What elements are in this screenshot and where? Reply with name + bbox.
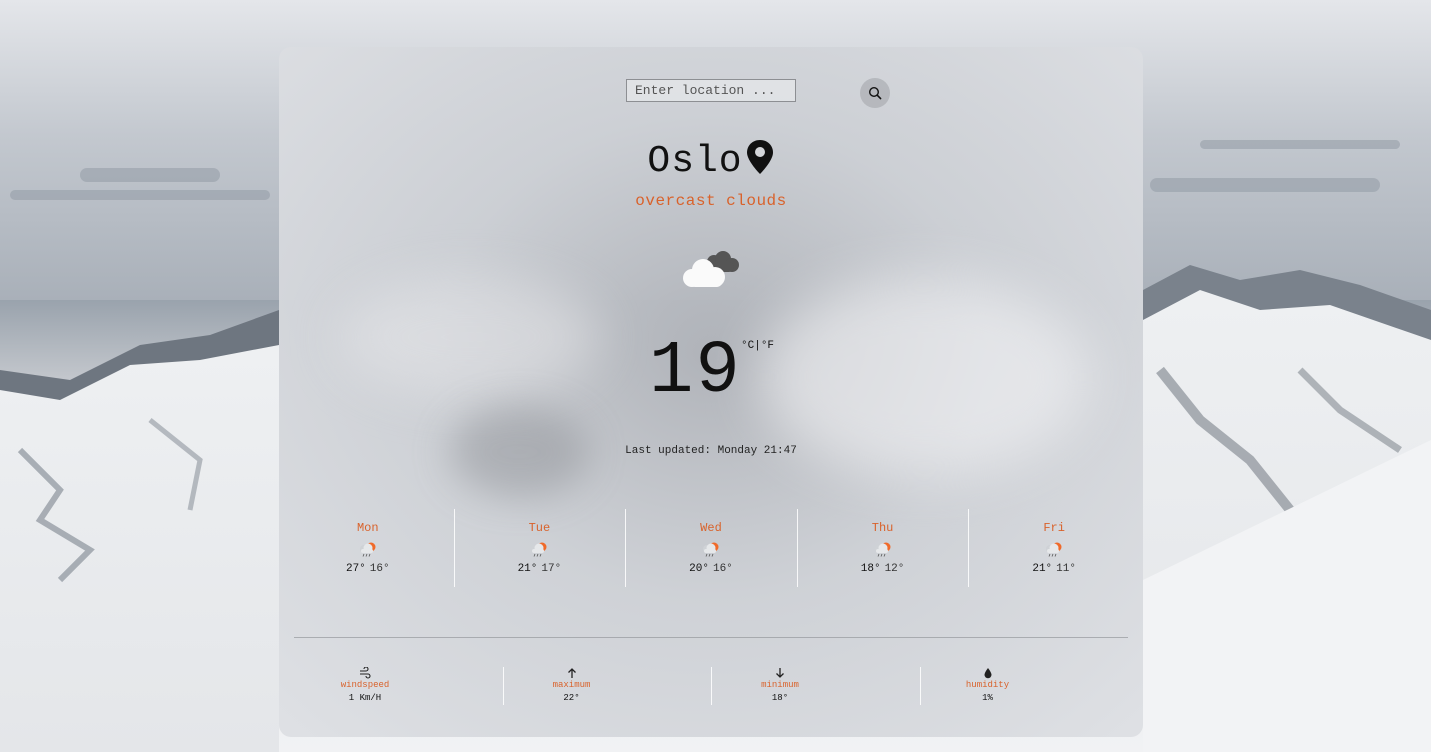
stat-value: 1 Km/H — [348, 693, 382, 703]
stat-humidity: humidity 1% — [919, 667, 1129, 705]
fahrenheit-toggle[interactable]: °F — [761, 340, 774, 352]
city-name: Oslo — [647, 140, 743, 183]
forecast-day-name: Wed — [700, 521, 722, 535]
stat-windspeed: windspeed 1 Km/H — [294, 667, 503, 705]
forecast-temps: 21° 11° — [968, 563, 1140, 575]
droplet-icon — [984, 668, 991, 679]
cloud-sun-rain-icon — [531, 542, 547, 557]
cloud-sun-rain-icon — [702, 542, 719, 557]
map-pin-icon — [746, 140, 773, 174]
stat-value: 1% — [982, 693, 993, 703]
stat-label: maximum — [552, 680, 591, 690]
weather-description: overcast clouds — [635, 192, 787, 210]
stat-value: 22° — [563, 693, 580, 703]
cloud-sun-rain-icon — [359, 542, 376, 557]
weather-card: Oslo overcast clouds 19 °C|°F Last updat… — [279, 47, 1143, 737]
stat-label: humidity — [965, 680, 1010, 690]
forecast-day: Thu 18° 12° — [796, 509, 969, 587]
forecast-low: 17° — [541, 563, 562, 575]
forecast-low: 12° — [884, 563, 905, 575]
forecast-day-name: Mon — [356, 521, 379, 535]
cloud-sun-rain-icon — [1046, 542, 1062, 557]
forecast-temps: 21° 17° — [454, 563, 626, 575]
search-input[interactable] — [626, 79, 796, 102]
overcast-clouds-icon — [683, 251, 739, 287]
search-icon — [868, 86, 882, 100]
stat-minimum: minimum 18° — [711, 667, 920, 705]
stat-label: minimum — [761, 680, 799, 690]
forecast-day: Fri 21° 11° — [968, 509, 1140, 587]
forecast-low: 11° — [1056, 563, 1076, 575]
unit-toggle: °C|°F — [741, 340, 774, 352]
location-heading: Oslo — [279, 139, 1143, 183]
arrow-up-icon — [567, 668, 576, 678]
forecast-day-name: Tue — [528, 521, 551, 535]
forecast-high: 20° — [689, 563, 709, 575]
current-temperature: 19 — [649, 330, 742, 414]
section-divider — [294, 637, 1128, 638]
forecast-temps: 20° 16° — [625, 563, 797, 575]
last-updated: Last updated: Monday 21:47 — [625, 445, 797, 457]
stat-label: windspeed — [340, 680, 390, 690]
forecast-temps: 27° 16° — [282, 563, 454, 575]
unit-separator: | — [754, 340, 761, 352]
forecast-temps: 18° 12° — [797, 563, 969, 575]
forecast-high: 21° — [1032, 563, 1053, 575]
forecast-day: Mon 27° 16° — [282, 509, 454, 587]
stat-value: 18° — [771, 693, 789, 703]
forecast-high: 18° — [860, 563, 881, 575]
stat-maximum: maximum 22° — [502, 667, 712, 705]
wind-icon — [360, 667, 371, 679]
forecast-day-name: Fri — [1043, 521, 1065, 535]
celsius-toggle[interactable]: °C — [741, 340, 754, 352]
cloud-sun-rain-icon — [874, 542, 891, 557]
forecast-day: Wed 20° 16° — [625, 509, 797, 587]
forecast-high: 21° — [517, 563, 538, 575]
forecast-low: 16° — [712, 563, 733, 575]
forecast-low: 16° — [369, 563, 390, 575]
forecast-high: 27° — [345, 563, 366, 575]
forecast-day: Tue 21° 17° — [453, 509, 626, 587]
stats-bar: windspeed 1 Km/H maximum 22° minimum 18° — [294, 667, 1128, 705]
arrow-down-icon — [776, 668, 784, 678]
search-button[interactable] — [860, 78, 890, 108]
forecast-day-name: Thu — [871, 521, 894, 535]
forecast-list: Mon 27° 16° Tue 21° 17° Wed 20° 16° Thu … — [282, 509, 1140, 587]
